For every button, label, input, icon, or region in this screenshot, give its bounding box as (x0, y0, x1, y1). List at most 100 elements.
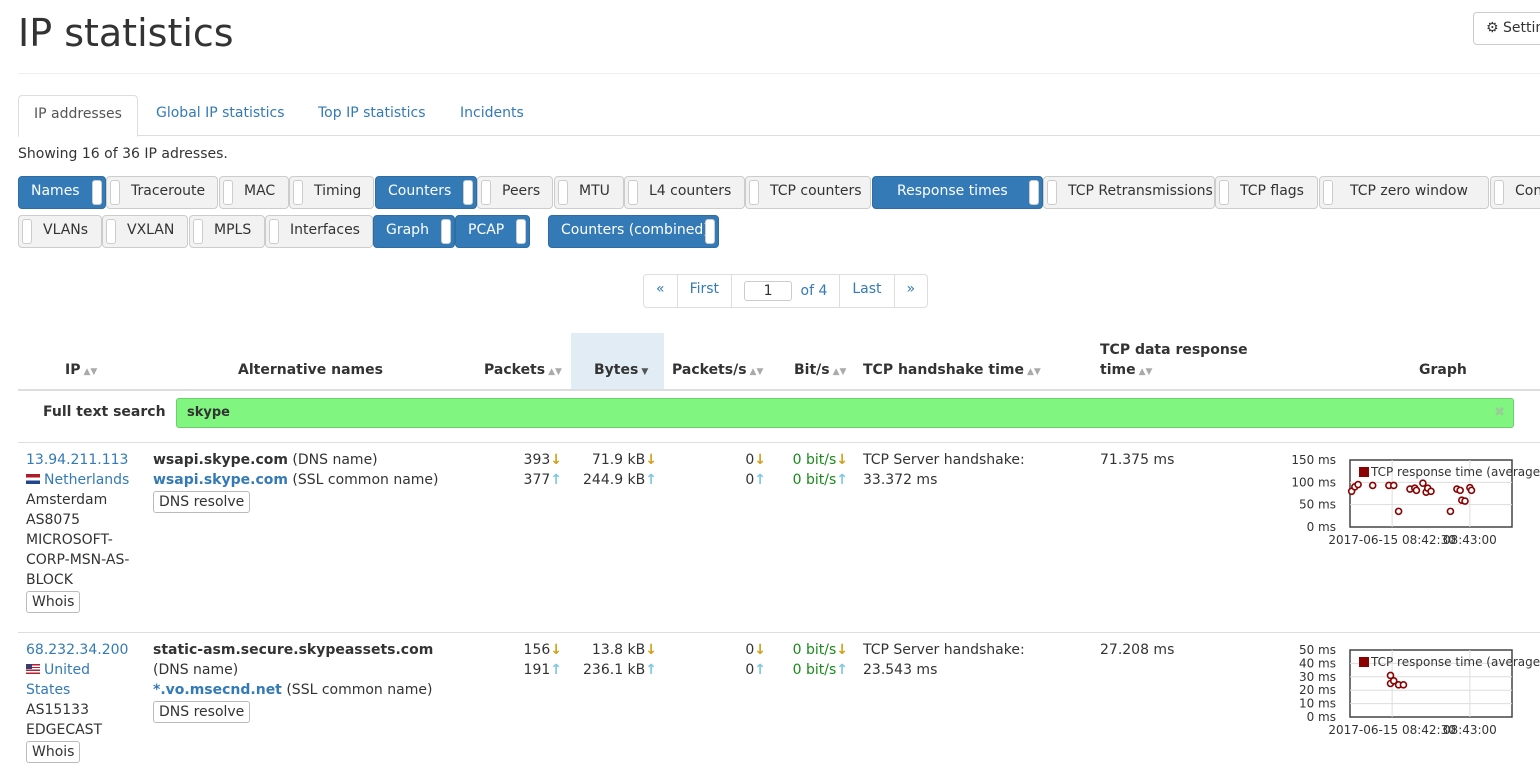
data-point (1467, 486, 1476, 495)
toggle-peers[interactable]: Peers (477, 176, 553, 209)
pager-last[interactable]: Last (839, 275, 893, 307)
whois-button[interactable]: Whois (26, 741, 81, 763)
x-tick-label: 2017-06-15 08:42:30 (1328, 533, 1455, 547)
ip-link[interactable]: 68.232.34.200 (26, 640, 146, 660)
handshake-cell: TCP Server handshake: 23.543 ms (863, 640, 1025, 680)
dns-resolve-button[interactable]: DNS resolve (153, 701, 251, 723)
country-link-line2[interactable]: States (26, 680, 146, 700)
pager-first[interactable]: First (676, 275, 731, 307)
page-number-input[interactable] (744, 281, 793, 301)
toggle-tcp-zero-window[interactable]: TCP zero window (1319, 176, 1489, 209)
arrow-up-icon: ↑ (550, 472, 562, 488)
arrow-up-icon: ↑ (550, 662, 562, 678)
data-point (1389, 481, 1398, 490)
y-tick-label: 40 ms (1299, 656, 1336, 670)
alt-names-cell: static-asm.secure.skypeassets.com (DNS n… (153, 640, 473, 723)
col-header-data-response-line2[interactable]: time ▲▼ (1100, 362, 1152, 378)
dns-resolve-button[interactable]: DNS resolve (153, 491, 251, 513)
ip-link[interactable]: 13.94.211.113 (26, 450, 146, 470)
toggle-label: Traceroute (131, 183, 206, 199)
ssl-common-name-link[interactable]: *.vo.msecnd.net (153, 682, 282, 698)
ip-cell: 68.232.34.200 United States AS15133 EDGE… (26, 640, 146, 763)
y-tick-label: 0 ms (1307, 710, 1336, 724)
tab-ip-addresses[interactable]: IP addresses (18, 95, 138, 137)
toggle-counters-combined[interactable]: Counters (combined) (548, 215, 719, 248)
arrow-down-icon: ↓ (550, 642, 562, 658)
col-header-bits-per-s[interactable]: Bit/s ▲▼ (794, 362, 846, 378)
packets-in: 156 (523, 642, 551, 658)
arrow-up-icon: ↑ (754, 472, 766, 488)
toggle-counters[interactable]: Counters (375, 176, 477, 209)
bytes-out: 244.9 kB (583, 472, 646, 488)
clear-search-icon[interactable]: ✖ (1494, 405, 1505, 420)
netherlands-flag-icon (26, 474, 40, 484)
tab-top-ip-statistics[interactable]: Top IP statistics (303, 95, 441, 136)
arrow-down-icon: ↓ (645, 642, 657, 658)
toggle-interfaces[interactable]: Interfaces (265, 215, 373, 248)
toggle-graph[interactable]: Graph (373, 215, 455, 248)
country: Netherlands (26, 470, 146, 490)
toggle-label: MAC (244, 183, 276, 199)
toggle-tcp-counters[interactable]: TCP counters (745, 176, 871, 209)
packets-in: 393 (523, 452, 551, 468)
toggle-vlans[interactable]: VLANs (18, 215, 102, 248)
country: United (26, 660, 146, 680)
packets-per-s-cell: 0↓ 0↑ (745, 640, 766, 680)
toggle-label: Con (1515, 183, 1540, 199)
ip-info-line: MICROSOFT- (26, 532, 113, 548)
toggle-label: Counters (388, 183, 452, 199)
handshake-cell: TCP Server handshake: 33.372 ms (863, 450, 1025, 490)
toggle-label: TCP zero window (1350, 183, 1468, 199)
search-value: skype (187, 405, 230, 420)
bytes-cell: 71.9 kB↓ 244.9 kB↑ (583, 450, 657, 490)
y-tick-label: 150 ms (1291, 453, 1336, 467)
settings-label: Settings (1503, 20, 1540, 36)
toggle-pcap[interactable]: PCAP (455, 215, 530, 248)
arrow-up-icon: ↑ (754, 662, 766, 678)
pager-prev[interactable]: « (644, 275, 677, 307)
tab-incidents[interactable]: Incidents (445, 95, 539, 136)
toggle-con[interactable]: Con (1490, 176, 1540, 209)
legend-swatch (1359, 467, 1369, 477)
toggle-l4-counters[interactable]: L4 counters (624, 176, 745, 209)
sort-icon: ▲▼ (83, 367, 98, 377)
data-point (1446, 507, 1455, 516)
header-label: Bit/s (794, 362, 830, 378)
tab-global-ip-statistics[interactable]: Global IP statistics (141, 95, 300, 136)
toggle-names[interactable]: Names (18, 176, 106, 209)
col-header-packets[interactable]: Packets ▲▼ (484, 362, 562, 378)
toggle-mtu[interactable]: MTU (554, 176, 624, 209)
country-link[interactable]: United (44, 662, 90, 678)
toggle-response-times[interactable]: Response times (872, 176, 1043, 209)
pager-page-indicator: of 4 (731, 275, 839, 307)
col-header-data-response[interactable]: TCP data response (1100, 342, 1248, 358)
ip-info-line: BLOCK (26, 572, 73, 588)
col-header-packets-per-s[interactable]: Packets/s ▲▼ (672, 362, 763, 378)
whois-button[interactable]: Whois (26, 591, 81, 613)
toggle-label: Interfaces (290, 222, 360, 238)
x-tick-label: 2017-06-15 08:42:30 (1328, 723, 1455, 737)
col-header-bytes[interactable]: Bytes ▼ (594, 362, 648, 378)
toggle-timing[interactable]: Timing (289, 176, 374, 209)
arrow-down-icon: ↓ (550, 452, 562, 468)
toggle-tcp-retransmissions[interactable]: TCP Retransmissions (1043, 176, 1215, 209)
row-divider (18, 632, 1540, 633)
col-header-ip[interactable]: IP ▲▼ (65, 362, 97, 378)
bytes-in: 71.9 kB (591, 452, 646, 468)
ssl-common-name-link[interactable]: wsapi.skype.com (153, 472, 288, 488)
toggle-mpls[interactable]: MPLS (189, 215, 265, 248)
toggle-tcp-flags[interactable]: TCP flags (1215, 176, 1318, 209)
data-point (1368, 481, 1377, 490)
toggle-mac[interactable]: MAC (219, 176, 289, 209)
pager-next[interactable]: » (893, 275, 928, 307)
tab-bar: IP addresses Global IP statistics Top IP… (18, 95, 1540, 137)
country-link[interactable]: Netherlands (44, 472, 129, 488)
col-header-handshake[interactable]: TCP handshake time ▲▼ (863, 362, 1041, 378)
toggle-traceroute[interactable]: Traceroute (106, 176, 218, 209)
toggle-vxlan[interactable]: VXLAN (102, 215, 188, 248)
legend-label: TCP response time (average) (1370, 465, 1540, 479)
settings-button[interactable]: ⚙ Settings (1473, 12, 1540, 45)
full-text-search-input[interactable]: skype ✖ (176, 398, 1514, 428)
handshake-label: TCP Server handshake: (863, 642, 1025, 658)
bits-out: 0 bit/s (792, 472, 837, 488)
